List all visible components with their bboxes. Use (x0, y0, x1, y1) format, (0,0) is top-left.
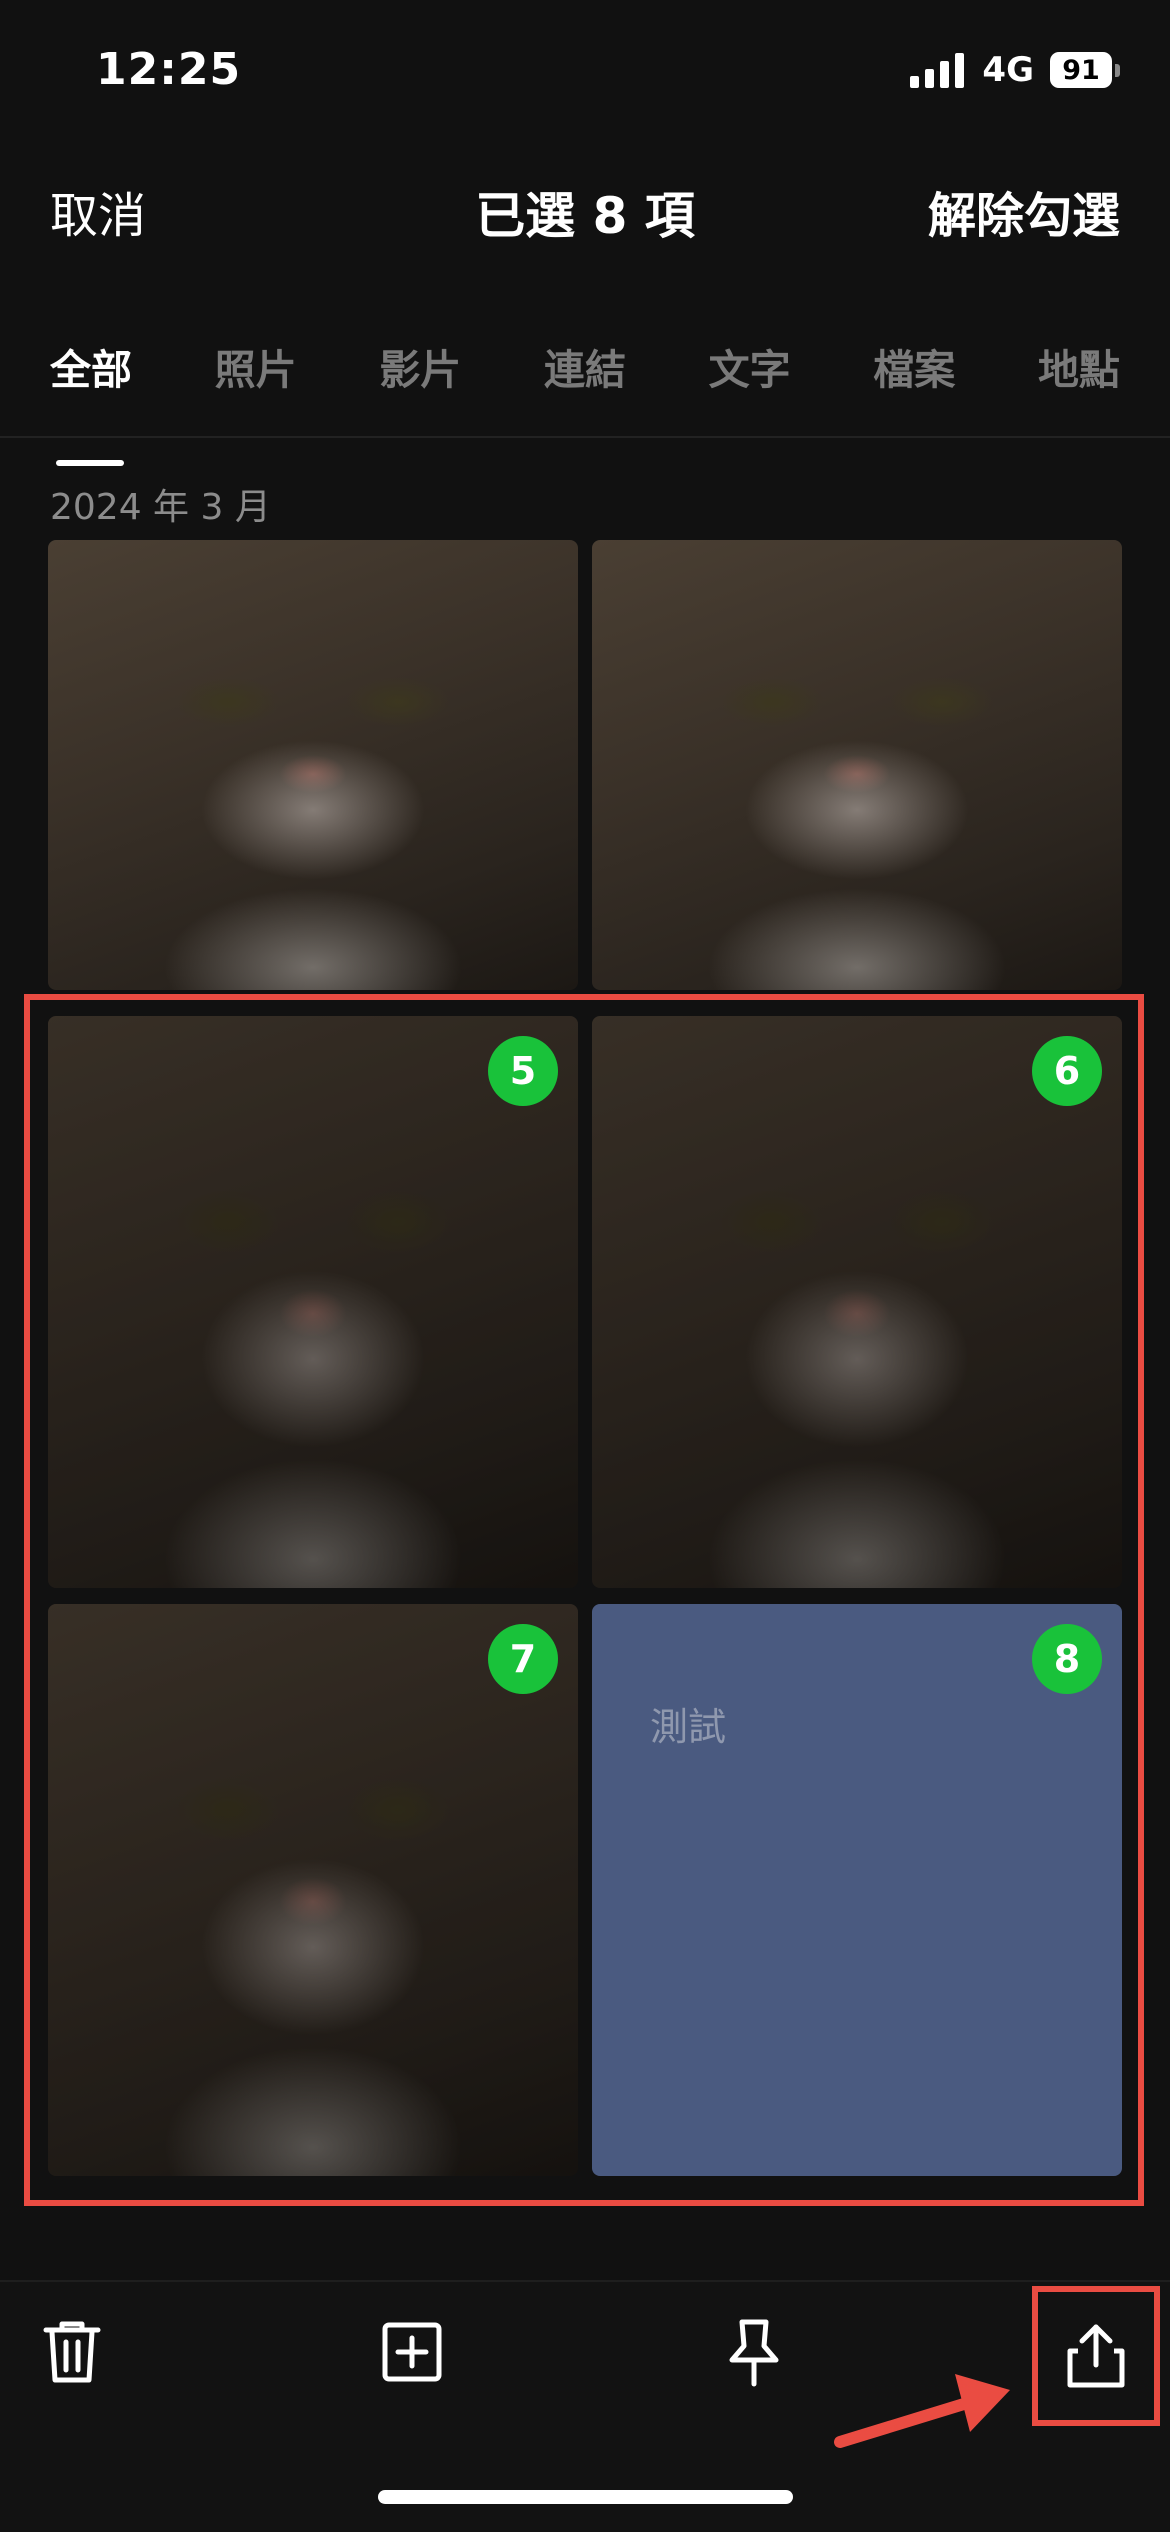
status-time: 12:25 (96, 44, 242, 95)
photo-thumbnail-selected[interactable]: 7 (48, 1604, 578, 2176)
tab-locations[interactable]: 地點 (1038, 336, 1120, 396)
pin-icon (729, 2319, 779, 2387)
tab-links[interactable]: 連結 (544, 336, 626, 396)
selection-badge: 7 (488, 1624, 558, 1694)
signal-icon (910, 52, 965, 88)
screen: 12:25 4G 91 取消 已選 8 項 解除勾選 全部 照片 影片 連結 文… (0, 0, 1170, 2532)
tab-text[interactable]: 文字 (709, 336, 791, 396)
delete-button[interactable] (36, 2316, 108, 2388)
battery-icon: 91 (1050, 52, 1112, 88)
photo-thumbnail[interactable] (48, 540, 578, 990)
add-to-album-button[interactable] (376, 2316, 448, 2388)
tab-divider (0, 436, 1170, 438)
battery-tip (1115, 63, 1120, 77)
selection-badge: 5 (488, 1036, 558, 1106)
add-square-icon (382, 2322, 442, 2382)
date-section-header: 2024 年 3 月 (50, 487, 271, 528)
category-tabs: 全部 照片 影片 連結 文字 檔案 地點 (50, 336, 1120, 466)
pointer-arrow-icon (834, 2374, 1010, 2448)
selection-badge: 6 (1032, 1036, 1102, 1106)
photo-thumbnail[interactable] (592, 540, 1122, 990)
network-type: 4G (982, 50, 1034, 90)
status-indicators: 4G 91 (910, 50, 1120, 90)
tab-photos[interactable]: 照片 (215, 336, 297, 396)
selection-badge: 8 (1032, 1624, 1102, 1694)
photo-thumbnail-selected[interactable]: 6 (592, 1016, 1122, 1588)
tab-files[interactable]: 檔案 (873, 336, 955, 396)
deselect-all-button[interactable]: 解除勾選 (928, 176, 1120, 246)
home-indicator[interactable] (378, 2490, 793, 2504)
share-highlight-box (1032, 2286, 1160, 2426)
tab-videos[interactable]: 影片 (379, 336, 461, 396)
trash-icon (43, 2321, 101, 2383)
tab-all[interactable]: 全部 (50, 336, 132, 466)
note-text: 測試 (650, 1705, 727, 1749)
text-note-card-selected[interactable]: 測試 8 (592, 1604, 1122, 2176)
photo-thumbnail-selected[interactable]: 5 (48, 1016, 578, 1588)
pin-button[interactable] (718, 2316, 790, 2388)
